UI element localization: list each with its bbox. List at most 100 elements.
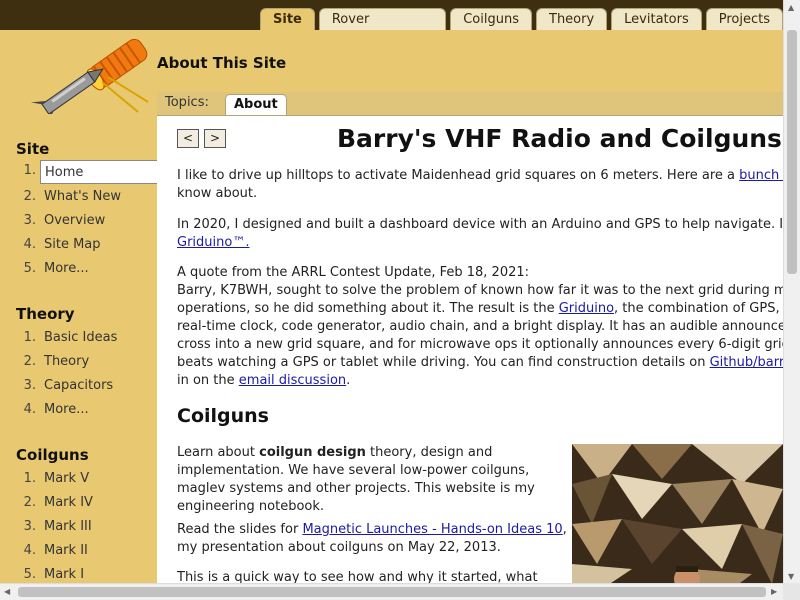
sidebar: Site Home 2. What's New 3. Overview 4. Site… bbox=[0, 115, 157, 583]
coilgun-logo[interactable] bbox=[30, 32, 160, 114]
paragraph-text: maglev systems and other projects. This … bbox=[177, 481, 535, 496]
sidebar-item-capacitors[interactable]: 3. Capacitors bbox=[16, 373, 157, 397]
sidebar-item-overview[interactable]: 3. Overview bbox=[16, 208, 157, 232]
tab-site[interactable]: Site bbox=[260, 8, 315, 31]
coilgun-intro-paragraph: Learn about coilgun design theory, desig… bbox=[177, 444, 535, 516]
tab-rover-locations[interactable]: Rover Locations bbox=[318, 8, 447, 48]
intro-paragraph: I like to drive up hilltops to activate … bbox=[177, 167, 783, 203]
sidebar-item-mark-iv[interactable]: 2. Mark IV bbox=[16, 490, 157, 514]
paragraph-text: beats watching a GPS or tablet while dri… bbox=[177, 355, 710, 370]
sidebar-item-home[interactable]: Home bbox=[40, 160, 157, 184]
sidebar-item-label: Home bbox=[45, 164, 84, 180]
github-link[interactable]: Github/barry bbox=[710, 355, 783, 370]
sidebar-item-basic-ideas[interactable]: 1. Basic Ideas bbox=[16, 325, 157, 349]
paragraph-text: In 2020, I designed and built a dashboar… bbox=[177, 217, 783, 232]
paragraph-text: Learn about bbox=[177, 445, 260, 460]
paragraph-text: in on the bbox=[177, 373, 239, 388]
sidebar-heading: Theory bbox=[16, 305, 75, 323]
prev-page-button[interactable]: < bbox=[177, 129, 199, 148]
topics-label: Topics: bbox=[165, 95, 209, 110]
sidebar-item-label: Site Map bbox=[44, 236, 101, 252]
horizontal-scroll-thumb[interactable] bbox=[18, 587, 766, 597]
sidebar-item-more[interactable]: 5. More... bbox=[16, 256, 157, 280]
main-content: < > Barry's VHF Radio and Coilguns I lik… bbox=[157, 115, 783, 583]
section-heading-coilguns: Coilguns bbox=[177, 405, 269, 427]
horizontal-scrollbar[interactable]: ◀ ▶ bbox=[0, 583, 783, 600]
paragraph-text: , the combination of GPS, b bbox=[614, 301, 783, 316]
sidebar-item-more[interactable]: 4. More... bbox=[16, 397, 157, 421]
paragraph-text: my presentation about coilguns on May 22… bbox=[177, 540, 501, 555]
paragraph-text: engineering notebook. bbox=[177, 499, 325, 514]
paragraph-text: A quote from the ARRL Contest Update, Fe… bbox=[177, 265, 530, 280]
sidebar-item-theory[interactable]: 2. Theory bbox=[16, 349, 157, 373]
sidebar-item-mark-i[interactable]: 5. Mark I bbox=[16, 562, 157, 583]
paragraph-text: implementation. We have several low-powe… bbox=[177, 463, 530, 478]
history-paragraph: This is a quick way to see how and why i… bbox=[177, 569, 538, 583]
topics-bar: Topics: About bbox=[157, 92, 783, 116]
tab-coilguns[interactable]: Coilguns bbox=[450, 8, 532, 30]
paragraph-text: cross into a new grid square, and for mi… bbox=[177, 337, 783, 352]
paragraph-text: Barry, K7BWH, sought to solve the proble… bbox=[177, 283, 783, 298]
sidebar-item-mark-v[interactable]: 1. Mark V bbox=[16, 466, 157, 490]
paragraph-text: operations, so he did something about it… bbox=[177, 301, 559, 316]
paragraph-text: This is a quick way to see how and why i… bbox=[177, 570, 538, 583]
sidebar-item-label: Mark II bbox=[44, 542, 88, 558]
list-number: 4. bbox=[23, 542, 36, 558]
vertical-scroll-thumb[interactable] bbox=[787, 30, 797, 274]
grid-list-link[interactable]: bunch o bbox=[739, 168, 783, 183]
sidebar-item-whats-new[interactable]: 2. What's New bbox=[16, 184, 157, 208]
coilgun-photo[interactable] bbox=[572, 444, 783, 583]
sidebar-section-coilguns: Coilguns 1. Mark V 2. Mark IV 3. Mark III 4… bbox=[16, 446, 157, 583]
arrl-quote-paragraph: A quote from the ARRL Contest Update, Fe… bbox=[177, 264, 783, 390]
sidebar-item-label: Mark IV bbox=[44, 494, 93, 510]
sidebar-item-mark-ii[interactable]: 4. Mark II bbox=[16, 538, 157, 562]
site-header: About This Site Topics: About bbox=[0, 30, 783, 116]
main-tabs: Site Rover Locations Coilguns Theory Lev… bbox=[260, 8, 783, 48]
paragraph-text: I like to drive up hilltops to activate … bbox=[177, 168, 740, 183]
sidebar-item-mark-iii[interactable]: 3. Mark III bbox=[16, 514, 157, 538]
list-number: 3. bbox=[23, 212, 36, 228]
paragraph-text: . bbox=[346, 373, 351, 388]
sidebar-heading: Site bbox=[16, 140, 50, 158]
list-number: 4. bbox=[23, 401, 36, 417]
vertical-scrollbar[interactable]: ▲ ▼ bbox=[783, 0, 800, 583]
scroll-up-icon[interactable]: ▲ bbox=[788, 3, 794, 12]
top-bar: Site Rover Locations Coilguns Theory Lev… bbox=[0, 0, 783, 48]
scrollbar-corner bbox=[783, 583, 800, 600]
list-number: 3. bbox=[23, 377, 36, 393]
scroll-right-icon[interactable]: ▶ bbox=[771, 587, 777, 596]
griduino-link[interactable]: Griduino™. bbox=[177, 235, 249, 250]
list-number: 3. bbox=[23, 518, 36, 534]
sidebar-item-label: Overview bbox=[44, 212, 106, 228]
tab-theory[interactable]: Theory bbox=[536, 8, 608, 30]
list-number: 2. bbox=[23, 494, 36, 510]
paragraph-text: theory, design and bbox=[365, 445, 493, 460]
griduino-paragraph: In 2020, I designed and built a dashboar… bbox=[177, 216, 783, 252]
scroll-left-icon[interactable]: ◀ bbox=[4, 587, 10, 596]
scroll-down-icon[interactable]: ▼ bbox=[788, 572, 794, 581]
topic-tab-about[interactable]: About bbox=[225, 94, 287, 116]
bold-text: coilgun design bbox=[259, 445, 366, 460]
sidebar-heading: Coilguns bbox=[16, 446, 89, 464]
tab-projects[interactable]: Projects bbox=[705, 8, 783, 30]
list-number: 2. bbox=[23, 188, 36, 204]
paragraph-text: , bbox=[562, 522, 567, 537]
email-discussion-link[interactable]: email discussion bbox=[239, 373, 346, 388]
list-number: 5. bbox=[23, 566, 36, 582]
griduino-link[interactable]: Griduino bbox=[559, 301, 614, 316]
next-page-button[interactable]: > bbox=[204, 129, 226, 148]
list-number: 1. bbox=[23, 163, 36, 178]
sidebar-section-site: Site Home 2. What's New 3. Overview 4. Site… bbox=[16, 140, 157, 280]
page-header-title: About This Site bbox=[157, 54, 287, 72]
sidebar-item-site-map[interactable]: 4. Site Map bbox=[16, 232, 157, 256]
tab-levitators[interactable]: Levitators bbox=[611, 8, 702, 30]
magnetic-launches-link[interactable]: Magnetic Launches - Hands-on Ideas 10 bbox=[302, 522, 562, 537]
sidebar-item-label: What's New bbox=[44, 188, 121, 204]
list-number: 4. bbox=[23, 236, 36, 252]
list-number: 1. bbox=[23, 329, 36, 345]
paragraph-text: real-time clock, code generator, audio c… bbox=[177, 319, 783, 334]
sidebar-item-label: Capacitors bbox=[44, 377, 114, 393]
paragraph-text: know about. bbox=[177, 186, 258, 201]
page-title: Barry's VHF Radio and Coilguns bbox=[337, 124, 782, 153]
sidebar-item-label: More... bbox=[44, 401, 89, 417]
